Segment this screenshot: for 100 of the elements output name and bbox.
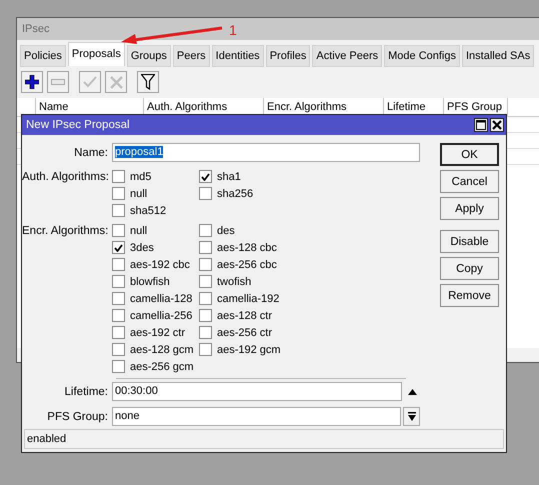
checkbox[interactable]: twofish — [199, 273, 299, 290]
checkbox-box[interactable] — [199, 309, 212, 322]
checkbox[interactable]: aes-128 gcm — [112, 341, 199, 358]
checkbox-box[interactable] — [112, 343, 125, 356]
dialog-button[interactable]: Remove — [440, 284, 499, 307]
checkbox-box[interactable] — [112, 275, 125, 288]
tab[interactable]: Groups — [126, 45, 171, 67]
checkbox[interactable]: md5 — [112, 168, 199, 185]
checkbox-label: aes-256 ctr — [217, 326, 272, 338]
collapse-arrow-icon[interactable] — [408, 388, 417, 394]
checkbox[interactable]: aes-256 gcm — [112, 358, 199, 375]
field-label: Auth. Algorithms: — [22, 170, 110, 185]
checkbox-label: camellia-128 — [130, 292, 192, 304]
filter-icon — [141, 74, 155, 90]
checkbox-box[interactable] — [199, 241, 212, 254]
maximize-button[interactable] — [474, 118, 488, 132]
checkbox-label: blowfish — [130, 276, 170, 288]
checkbox[interactable]: aes-256 ctr — [199, 324, 299, 341]
checkbox[interactable]: null — [112, 185, 199, 202]
checkbox[interactable]: camellia-256 — [112, 307, 199, 324]
dialog-button[interactable]: OK — [440, 143, 499, 166]
checkbox-label: des — [217, 224, 235, 236]
field-label: Encr. Algorithms: — [22, 224, 110, 239]
checkbox-label: aes-256 cbc — [217, 258, 277, 270]
checkbox-box[interactable] — [112, 241, 125, 254]
checkbox-box[interactable] — [199, 170, 212, 183]
dialog-button[interactable]: Apply — [440, 197, 499, 220]
tab[interactable]: Identities — [212, 45, 264, 67]
dialog-title: New IPsec Proposal — [26, 119, 130, 131]
tab[interactable]: Installed SAs — [462, 45, 534, 67]
checkbox-box[interactable] — [199, 258, 212, 271]
checkbox-label: aes-192 ctr — [130, 326, 186, 338]
checkbox-label: aes-256 gcm — [130, 360, 194, 372]
checkbox-label: sha512 — [130, 204, 166, 216]
checkbox-box[interactable] — [112, 326, 125, 339]
checkbox[interactable]: sha256 — [199, 185, 299, 202]
checkbox[interactable]: aes-192 ctr — [112, 324, 199, 341]
checkbox-box[interactable] — [199, 187, 212, 200]
checkbox[interactable]: camellia-128 — [112, 290, 199, 307]
close-button[interactable] — [490, 118, 504, 132]
filter-button[interactable] — [137, 71, 159, 93]
dropdown-button[interactable] — [403, 407, 420, 426]
tab[interactable]: Profiles — [266, 45, 310, 67]
name-field[interactable]: proposal1 — [112, 143, 420, 162]
checkmark-icon — [83, 76, 97, 88]
checkbox[interactable]: aes-128 ctr — [199, 307, 299, 324]
tab[interactable]: Policies — [20, 45, 66, 67]
checkbox-box[interactable] — [112, 360, 125, 373]
tab[interactable]: Active Peers — [312, 45, 382, 67]
checkbox-box[interactable] — [112, 309, 125, 322]
checkbox-label: aes-128 cbc — [217, 242, 277, 254]
tab[interactable]: Peers — [172, 45, 210, 67]
dropdown-arrow-icon — [408, 412, 416, 421]
field-label: Name: — [73, 146, 109, 160]
checkbox-box[interactable] — [112, 170, 125, 183]
checkbox-label: null — [130, 188, 148, 200]
field-label: PFS Group: — [46, 410, 109, 424]
checkbox-box[interactable] — [112, 292, 125, 305]
checkbox-label: aes-128 gcm — [130, 344, 194, 356]
checkbox[interactable]: aes-192 cbc — [112, 256, 199, 273]
tab[interactable]: Mode Configs — [384, 45, 460, 67]
annotation-label: 1 — [229, 22, 237, 38]
status-bar: enabled — [24, 429, 504, 449]
checkbox-box[interactable] — [199, 275, 212, 288]
checkbox[interactable]: blowfish — [112, 273, 199, 290]
maximize-icon — [476, 120, 486, 130]
lifetime-field[interactable]: 00:30:00 — [112, 382, 402, 401]
checkbox-label: camellia-192 — [217, 292, 280, 304]
checkbox-label: 3des — [130, 242, 154, 254]
add-button[interactable] — [21, 71, 43, 93]
checkbox-label: md5 — [130, 170, 152, 182]
checkbox[interactable]: null — [112, 222, 199, 239]
checkbox-box[interactable] — [112, 224, 125, 237]
checkbox-box[interactable] — [199, 292, 212, 305]
dialog-button[interactable]: Cancel — [440, 170, 499, 193]
checkbox-box[interactable] — [112, 187, 125, 200]
checkbox-label: aes-192 cbc — [130, 258, 190, 270]
tab[interactable]: Proposals — [68, 42, 125, 66]
field-label: Lifetime: — [64, 384, 109, 400]
checkbox[interactable]: aes-192 gcm — [199, 341, 299, 358]
dialog-button[interactable]: Copy — [440, 257, 499, 280]
checkbox-box[interactable] — [199, 224, 212, 237]
checkbox-label: twofish — [217, 276, 252, 288]
checkbox-box[interactable] — [199, 343, 212, 356]
dialog-button[interactable]: Disable — [440, 230, 499, 253]
checkbox-box[interactable] — [112, 204, 125, 217]
checkbox-box[interactable] — [199, 326, 212, 339]
checkbox[interactable]: aes-128 cbc — [199, 239, 299, 256]
checkbox[interactable]: aes-256 cbc — [199, 256, 299, 273]
checkbox[interactable]: sha1 — [199, 168, 299, 185]
minus-icon — [51, 79, 65, 85]
checkbox-box[interactable] — [112, 258, 125, 271]
checkbox[interactable]: 3des — [112, 239, 199, 256]
checkbox[interactable]: des — [199, 222, 299, 239]
plus-icon — [25, 75, 39, 89]
checkbox-label: aes-128 ctr — [217, 310, 272, 322]
checkbox[interactable]: camellia-192 — [199, 290, 299, 307]
checkbox-label: camellia-256 — [130, 310, 192, 322]
checkbox[interactable]: sha512 — [112, 202, 199, 219]
pfs-group-dropdown[interactable]: none — [112, 407, 401, 426]
